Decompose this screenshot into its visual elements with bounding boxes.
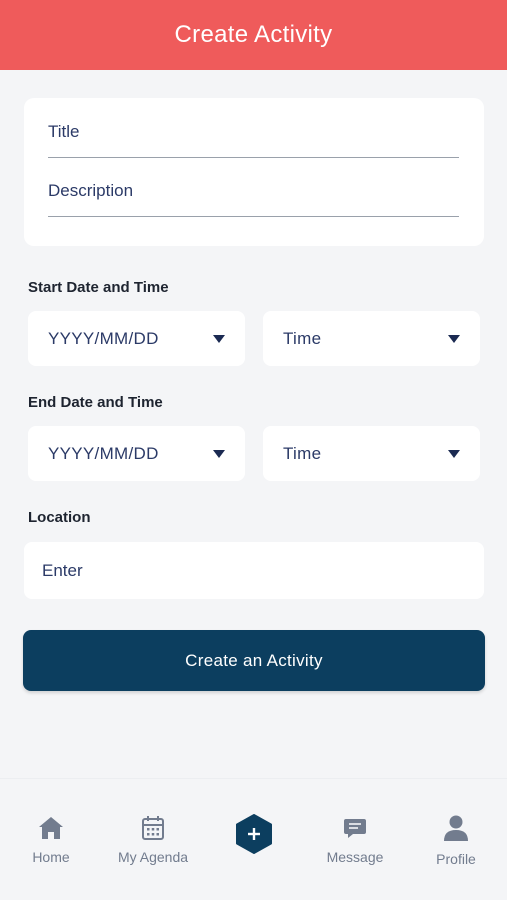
start-date-time-label: Start Date and Time bbox=[28, 279, 169, 296]
end-time-picker[interactable]: Time bbox=[263, 426, 480, 481]
dropdown-caret-icon bbox=[213, 449, 225, 458]
end-date-time-label: End Date and Time bbox=[28, 394, 163, 411]
calendar-icon bbox=[141, 815, 165, 841]
end-date-value: YYYY/MM/DD bbox=[48, 443, 159, 463]
dropdown-caret-icon bbox=[213, 334, 225, 343]
tab-my-agenda[interactable]: My Agenda bbox=[103, 779, 203, 889]
location-input[interactable]: Enter bbox=[24, 542, 484, 599]
dropdown-caret-icon bbox=[448, 449, 460, 458]
tab-profile[interactable]: Profile bbox=[406, 779, 506, 889]
description-input[interactable]: Description bbox=[48, 179, 459, 217]
bottom-tab-bar: Home My Agenda Message Profile bbox=[0, 778, 507, 900]
dropdown-caret-icon bbox=[448, 334, 460, 343]
start-time-picker[interactable]: Time bbox=[263, 311, 480, 366]
tab-message[interactable]: Message bbox=[305, 779, 405, 889]
add-activity-button[interactable] bbox=[235, 814, 273, 854]
location-label: Location bbox=[28, 509, 91, 526]
end-date-picker[interactable]: YYYY/MM/DD bbox=[28, 426, 245, 481]
start-date-value: YYYY/MM/DD bbox=[48, 328, 159, 348]
plus-icon bbox=[236, 814, 272, 854]
title-input[interactable]: Title bbox=[48, 120, 459, 158]
tab-profile-label: Profile bbox=[436, 851, 476, 867]
message-icon bbox=[343, 815, 367, 841]
header-bar: Create Activity bbox=[0, 0, 507, 70]
home-icon bbox=[38, 815, 64, 841]
end-time-value: Time bbox=[283, 443, 322, 463]
tab-home[interactable]: Home bbox=[1, 779, 101, 889]
create-activity-button[interactable]: Create an Activity bbox=[23, 630, 485, 691]
details-card: Title Description bbox=[24, 98, 484, 246]
tab-my-agenda-label: My Agenda bbox=[117, 849, 189, 865]
start-date-picker[interactable]: YYYY/MM/DD bbox=[28, 311, 245, 366]
tab-home-label: Home bbox=[32, 849, 70, 865]
create-activity-screen: Create Activity Title Description Start … bbox=[0, 0, 507, 900]
start-time-value: Time bbox=[283, 328, 322, 348]
page-title: Create Activity bbox=[174, 21, 333, 48]
user-icon bbox=[443, 815, 469, 841]
tab-message-label: Message bbox=[326, 849, 384, 865]
